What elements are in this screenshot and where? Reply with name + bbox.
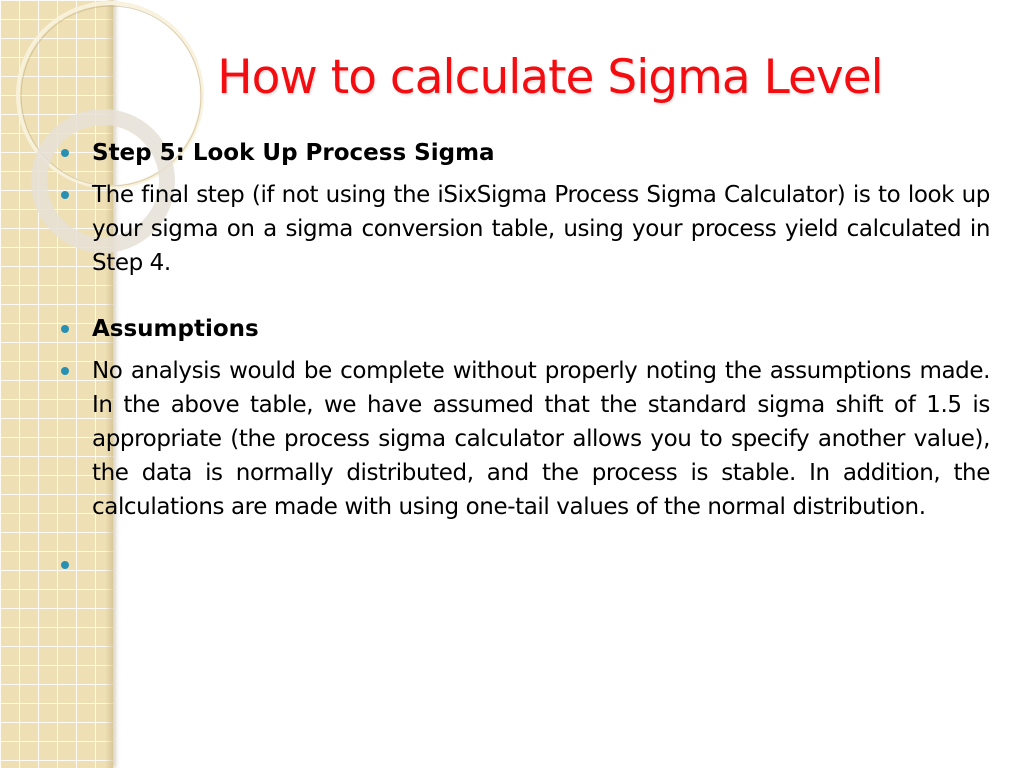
bullet-dot-icon — [61, 325, 69, 333]
bullet-item-empty — [61, 548, 990, 582]
bullet-item-step5-heading: Step 5: Look Up Process Sigma — [61, 136, 990, 170]
bullet-text: Step 5: Look Up Process Sigma — [92, 140, 495, 166]
bullet-dot-icon — [61, 191, 69, 199]
bullet-item-assumptions-heading: Assumptions — [61, 312, 990, 346]
bullet-text: No analysis would be complete without pr… — [92, 358, 990, 520]
bullet-text: The final step (if not using the iSixSig… — [92, 182, 990, 276]
bullet-dot-icon — [61, 367, 69, 375]
bullet-dot-icon — [61, 149, 69, 157]
bullet-item-step5-description: The final step (if not using the iSixSig… — [61, 178, 990, 280]
bullet-item-assumptions-description: No analysis would be complete without pr… — [61, 354, 990, 524]
bullet-list: Step 5: Look Up Process Sigma The final … — [61, 132, 990, 582]
slide-title: How to calculate Sigma Level — [217, 50, 883, 105]
bullet-dot-icon — [61, 561, 69, 569]
bullet-text: Assumptions — [92, 316, 259, 342]
